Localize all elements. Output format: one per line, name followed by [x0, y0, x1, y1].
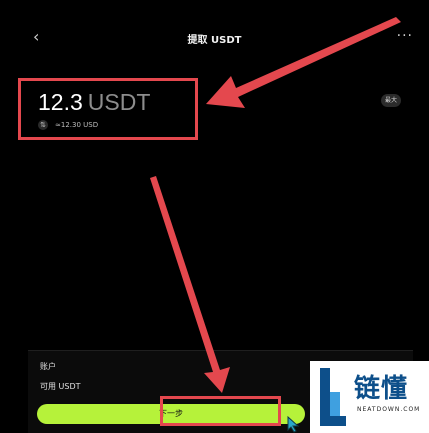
max-button[interactable]: 最大: [381, 94, 401, 107]
account-label: 账户: [40, 362, 56, 371]
divider: [28, 350, 413, 351]
watermark-text: 链懂: [354, 374, 409, 404]
page-title: 提取 USDT: [187, 35, 242, 46]
amount-display[interactable]: 12.3 USDT: [38, 89, 150, 116]
approx-unit: USD: [83, 121, 99, 129]
approx-value: ≈12.30 USD: [55, 121, 98, 129]
next-highlight-box: [160, 396, 281, 426]
swap-icon[interactable]: ⇅: [38, 120, 48, 130]
available-label: 可用 USDT: [40, 382, 81, 391]
approx-amount: ≈12.30: [55, 121, 81, 129]
more-icon[interactable]: ···: [397, 28, 413, 44]
amount-unit: USDT: [87, 89, 151, 115]
amount-value: 12.3: [38, 89, 83, 115]
cursor-icon: [287, 416, 300, 433]
watermark-logo-icon: [320, 368, 346, 426]
watermark-url: NEATDOWN.COM: [357, 406, 421, 413]
